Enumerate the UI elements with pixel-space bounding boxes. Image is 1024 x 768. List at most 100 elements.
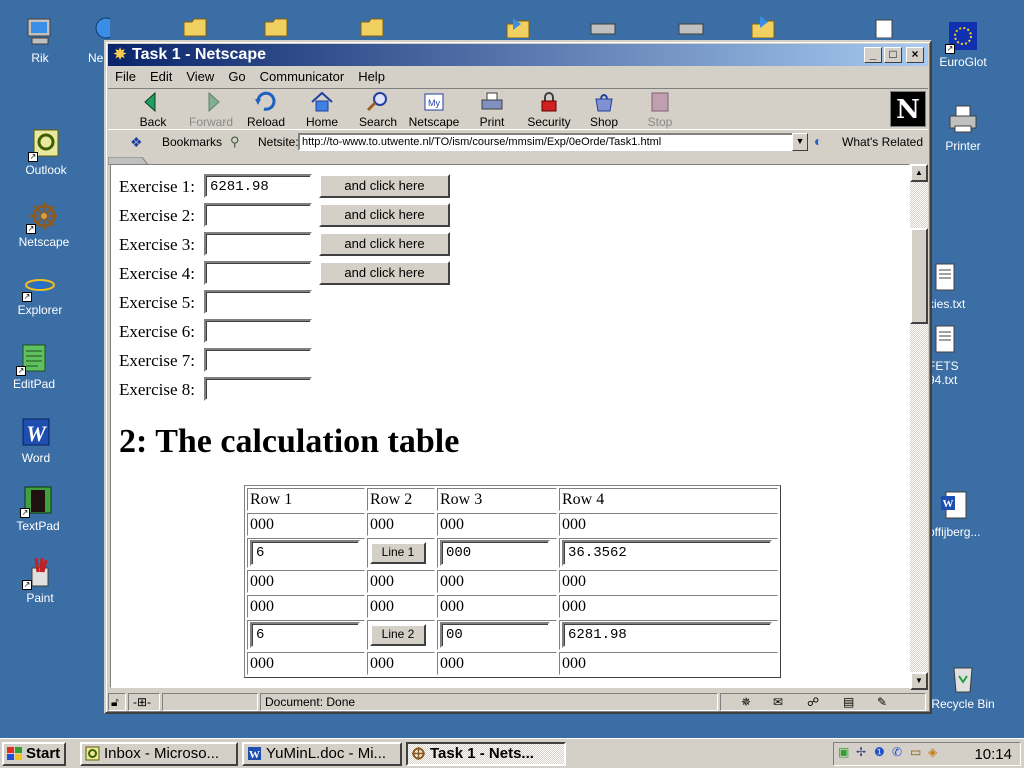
exercise-input[interactable] [204, 319, 312, 343]
line-1-button[interactable]: Line 1 [370, 542, 426, 564]
menu-edit[interactable]: Edit [143, 67, 179, 84]
table-input[interactable]: 6281.98 [562, 622, 772, 648]
bookmarks-icon[interactable]: ❖ [130, 134, 143, 151]
back-button[interactable]: Back [125, 91, 181, 129]
exercise-input[interactable]: 6281.98 [204, 174, 312, 198]
table-cell: 000 [437, 595, 557, 618]
task-button-word[interactable]: W YuMinL.doc - Mi... [242, 742, 402, 766]
line-2-button[interactable]: Line 2 [370, 624, 426, 646]
exercise-input[interactable] [204, 290, 312, 314]
url-dropdown-button[interactable]: ▼ [792, 133, 808, 151]
composer-icon[interactable]: ✎ [877, 694, 887, 710]
exercise-submit-button[interactable]: and click here [319, 174, 450, 198]
home-button[interactable]: Home [294, 91, 350, 129]
close-button[interactable]: × [906, 47, 924, 63]
desktop-icon-word[interactable]: W Word [0, 416, 76, 465]
task-button-inbox[interactable]: Inbox - Microso... [80, 742, 238, 766]
tray-icon[interactable]: ✢ [856, 745, 866, 759]
exercise-input[interactable] [204, 232, 312, 256]
navigation-toolbar: Back Forward Reload Home Search My Netsc… [108, 88, 928, 130]
clock[interactable]: 10:14 [974, 746, 1012, 763]
whats-related-button[interactable]: What's Related [842, 135, 923, 149]
desktop-icon-rik[interactable]: Rik [0, 16, 80, 65]
task-button-netscape[interactable]: Task 1 - Nets... [406, 742, 566, 766]
textpad-icon: ↗ [20, 484, 54, 518]
exercise-input[interactable] [204, 203, 312, 227]
exercise-submit-button[interactable]: and click here [319, 261, 450, 285]
menu-go[interactable]: Go [221, 67, 252, 84]
netscape-logo[interactable]: N [890, 91, 926, 127]
tray-icon[interactable]: ❶ [874, 745, 885, 759]
minimize-button[interactable]: _ [864, 47, 882, 63]
table-input[interactable]: 36.3562 [562, 540, 772, 566]
calculation-table: Row 1 Row 2 Row 3 Row 4 000 000 000 000 … [244, 485, 781, 678]
desktop-icon-outlook[interactable]: ↗ Outlook [6, 128, 86, 177]
exercise-input[interactable] [204, 261, 312, 285]
my-netscape-button[interactable]: My Netscape [406, 91, 462, 129]
menu-file[interactable]: File [108, 67, 143, 84]
exercise-input[interactable] [204, 348, 312, 372]
desktop-icon-paint[interactable]: ↗ Paint [0, 556, 80, 605]
maximize-button[interactable]: □ [884, 47, 902, 63]
table-input[interactable]: 6 [250, 622, 360, 648]
desktop-icon-textpad[interactable]: ↗ TextPad [0, 484, 78, 533]
mail-icon[interactable]: ✉ [773, 694, 783, 710]
menu-communicator[interactable]: Communicator [253, 67, 352, 84]
reload-button[interactable]: Reload [238, 91, 294, 129]
tray-icon[interactable]: ▣ [838, 745, 849, 759]
shop-button[interactable]: Shop [576, 91, 632, 129]
print-button[interactable]: Print [464, 91, 520, 129]
search-button[interactable]: Search [350, 91, 406, 129]
desktop-icon-explorer[interactable]: e ↗ Explorer [0, 268, 80, 317]
discussions-icon[interactable]: ☍ [807, 694, 819, 710]
menu-help[interactable]: Help [351, 67, 392, 84]
table-input[interactable]: 00 [440, 622, 550, 648]
address-book-icon[interactable]: ▤ [843, 694, 854, 710]
desktop-icon-cookies[interactable]: kies.txt [928, 262, 988, 311]
desktop-icon-printer[interactable]: Printer [923, 104, 1003, 153]
folder-icon[interactable] [182, 16, 210, 38]
scroll-up-button[interactable]: ▲ [910, 164, 928, 182]
page-proxy-icon[interactable]: ⚲ [230, 134, 240, 150]
vertical-scrollbar[interactable]: ▲ ▼ [910, 164, 928, 690]
shared-folder-icon[interactable] [505, 16, 533, 38]
table-cell: 000 [367, 595, 435, 618]
exercise-input[interactable] [204, 377, 312, 401]
stop-button[interactable]: Stop [632, 91, 688, 129]
desktop-icon-fets[interactable]: FETS 94.txt [928, 324, 988, 387]
drive-icon[interactable] [677, 16, 705, 38]
desktop-icon-euroglot[interactable]: ↗ EuroGlot [923, 20, 1003, 69]
url-input[interactable]: http://to-www.to.utwente.nl/TO/ism/cours… [298, 133, 794, 151]
title-bar[interactable]: ✵ Task 1 - Netscape _ □ × [108, 44, 928, 66]
navigator-icon[interactable]: ✵ [741, 694, 751, 710]
tray-icon[interactable]: ✆ [892, 745, 902, 759]
forward-button[interactable]: Forward [183, 91, 239, 129]
table-input[interactable]: 000 [440, 540, 550, 566]
folder-icon[interactable] [359, 16, 387, 38]
collapse-tab[interactable] [107, 154, 149, 166]
taskbar: Start Inbox - Microso... W YuMinL.doc - … [0, 738, 1024, 768]
desktop-icon-recycle-bin[interactable]: Recycle Bin [923, 662, 1003, 711]
security-lock-icon[interactable]: 🔓︎ [108, 693, 126, 711]
scroll-down-button[interactable]: ▼ [910, 672, 928, 690]
svg-text:W: W [943, 498, 954, 510]
security-button[interactable]: Security [521, 91, 577, 129]
exercise-submit-button[interactable]: and click here [319, 203, 450, 227]
whats-related-icon[interactable]: ◐ [814, 133, 822, 149]
tray-icon[interactable]: ▭ [910, 745, 921, 759]
exercise-submit-button[interactable]: and click here [319, 232, 450, 256]
table-input[interactable]: 6 [250, 540, 360, 566]
tray-icon[interactable]: ◈ [928, 745, 937, 759]
start-button[interactable]: Start [2, 742, 66, 766]
desktop-icon-offijberg[interactable]: W offijberg... [928, 490, 1024, 539]
shared-folder-icon[interactable] [750, 16, 778, 38]
desktop-icon-editpad[interactable]: ↗ EditPad [0, 342, 74, 391]
table-cell: 000 [367, 513, 435, 536]
scroll-thumb[interactable] [910, 228, 928, 324]
desktop-icon-netscape[interactable]: ↗ Netscape [4, 200, 84, 249]
folder-icon[interactable] [263, 16, 291, 38]
drive-icon[interactable] [589, 16, 617, 38]
bookmarks-button[interactable]: Bookmarks [162, 135, 222, 149]
text-file-icon[interactable] [872, 16, 900, 38]
menu-view[interactable]: View [179, 67, 221, 84]
